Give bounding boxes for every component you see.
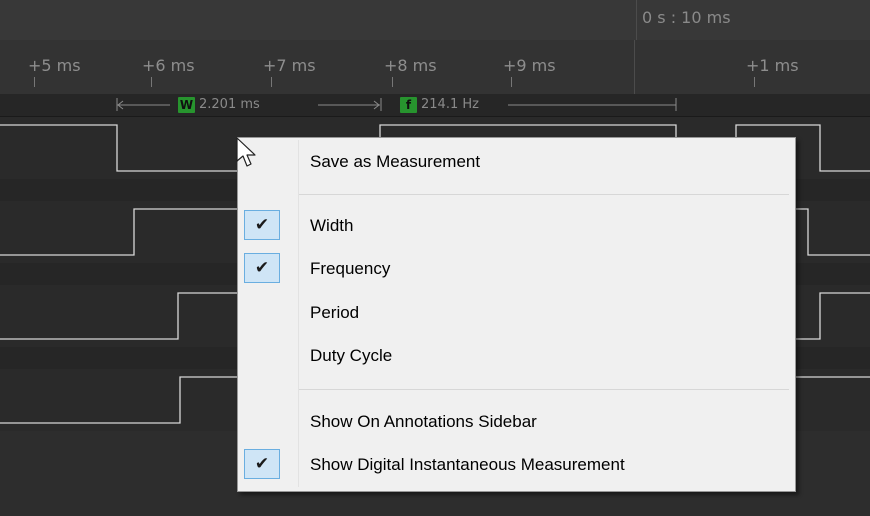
tick-label: +5 ms — [28, 56, 81, 75]
tick-label: +7 ms — [263, 56, 316, 75]
channel-3-trace — [0, 376, 240, 424]
menu-item-label: Period — [310, 303, 360, 322]
ruler-divider — [634, 40, 635, 94]
channel-0-trace — [0, 124, 240, 172]
mouse-pointer-icon — [236, 137, 256, 167]
frequency-badge: f — [400, 97, 417, 113]
menu-item-label: Show Digital Instantaneous Measurement — [310, 455, 625, 474]
channel-1-trace-right — [794, 208, 870, 256]
menu-item-label: Save as Measurement — [310, 152, 481, 171]
logic-analyzer-view: 0 s : 10 ms +5 ms +6 ms +7 ms +8 ms +9 m… — [0, 0, 870, 516]
menu-item-period[interactable]: Period — [238, 293, 795, 333]
menu-separator — [299, 389, 789, 390]
menu-item-save-as-measurement[interactable]: Save as Measurement — [238, 142, 795, 182]
menu-item-label: Show On Annotations Sidebar — [310, 412, 537, 431]
time-origin-label: 0 s : 10 ms — [642, 8, 731, 27]
menu-item-show-digital-instantaneous-measurement[interactable]: ✔ Show Digital Instantaneous Measurement — [238, 445, 795, 485]
width-value: 2.201 ms — [199, 97, 260, 112]
tick-mark — [151, 77, 152, 87]
header-divider — [636, 0, 637, 40]
tick-mark — [511, 77, 512, 87]
menu-separator — [299, 194, 789, 195]
menu-item-frequency[interactable]: ✔ Frequency — [238, 249, 795, 289]
menu-item-label: Duty Cycle — [310, 346, 393, 365]
measurement-bar[interactable]: W 2.201 ms f 214.1 Hz — [0, 94, 870, 117]
channel-2-trace-right — [794, 292, 870, 340]
menu-item-show-on-annotations-sidebar[interactable]: Show On Annotations Sidebar — [238, 402, 795, 442]
time-header: 0 s : 10 ms — [0, 0, 870, 41]
tick-label: +1 ms — [746, 56, 799, 75]
menu-item-width[interactable]: ✔ Width — [238, 206, 795, 246]
menu-item-label: Frequency — [310, 259, 391, 278]
checkmark-icon: ✔ — [244, 253, 280, 283]
width-badge: W — [178, 97, 195, 113]
checkmark-icon: ✔ — [244, 449, 280, 479]
frequency-value: 214.1 Hz — [421, 97, 479, 112]
context-menu: Save as Measurement ✔ Width ✔ Frequency … — [237, 137, 796, 492]
menu-item-label: Width — [310, 216, 354, 235]
checkmark-icon: ✔ — [244, 210, 280, 240]
tick-mark — [392, 77, 393, 87]
channel-1-trace — [0, 208, 240, 256]
tick-mark — [754, 77, 755, 87]
tick-label: +9 ms — [503, 56, 556, 75]
tick-label: +8 ms — [384, 56, 437, 75]
menu-item-duty-cycle[interactable]: Duty Cycle — [238, 336, 795, 376]
tick-mark — [34, 77, 35, 87]
time-ruler[interactable]: +5 ms +6 ms +7 ms +8 ms +9 ms +1 ms — [0, 40, 870, 95]
tick-label: +6 ms — [142, 56, 195, 75]
channel-2-trace — [0, 292, 240, 340]
tick-mark — [271, 77, 272, 87]
